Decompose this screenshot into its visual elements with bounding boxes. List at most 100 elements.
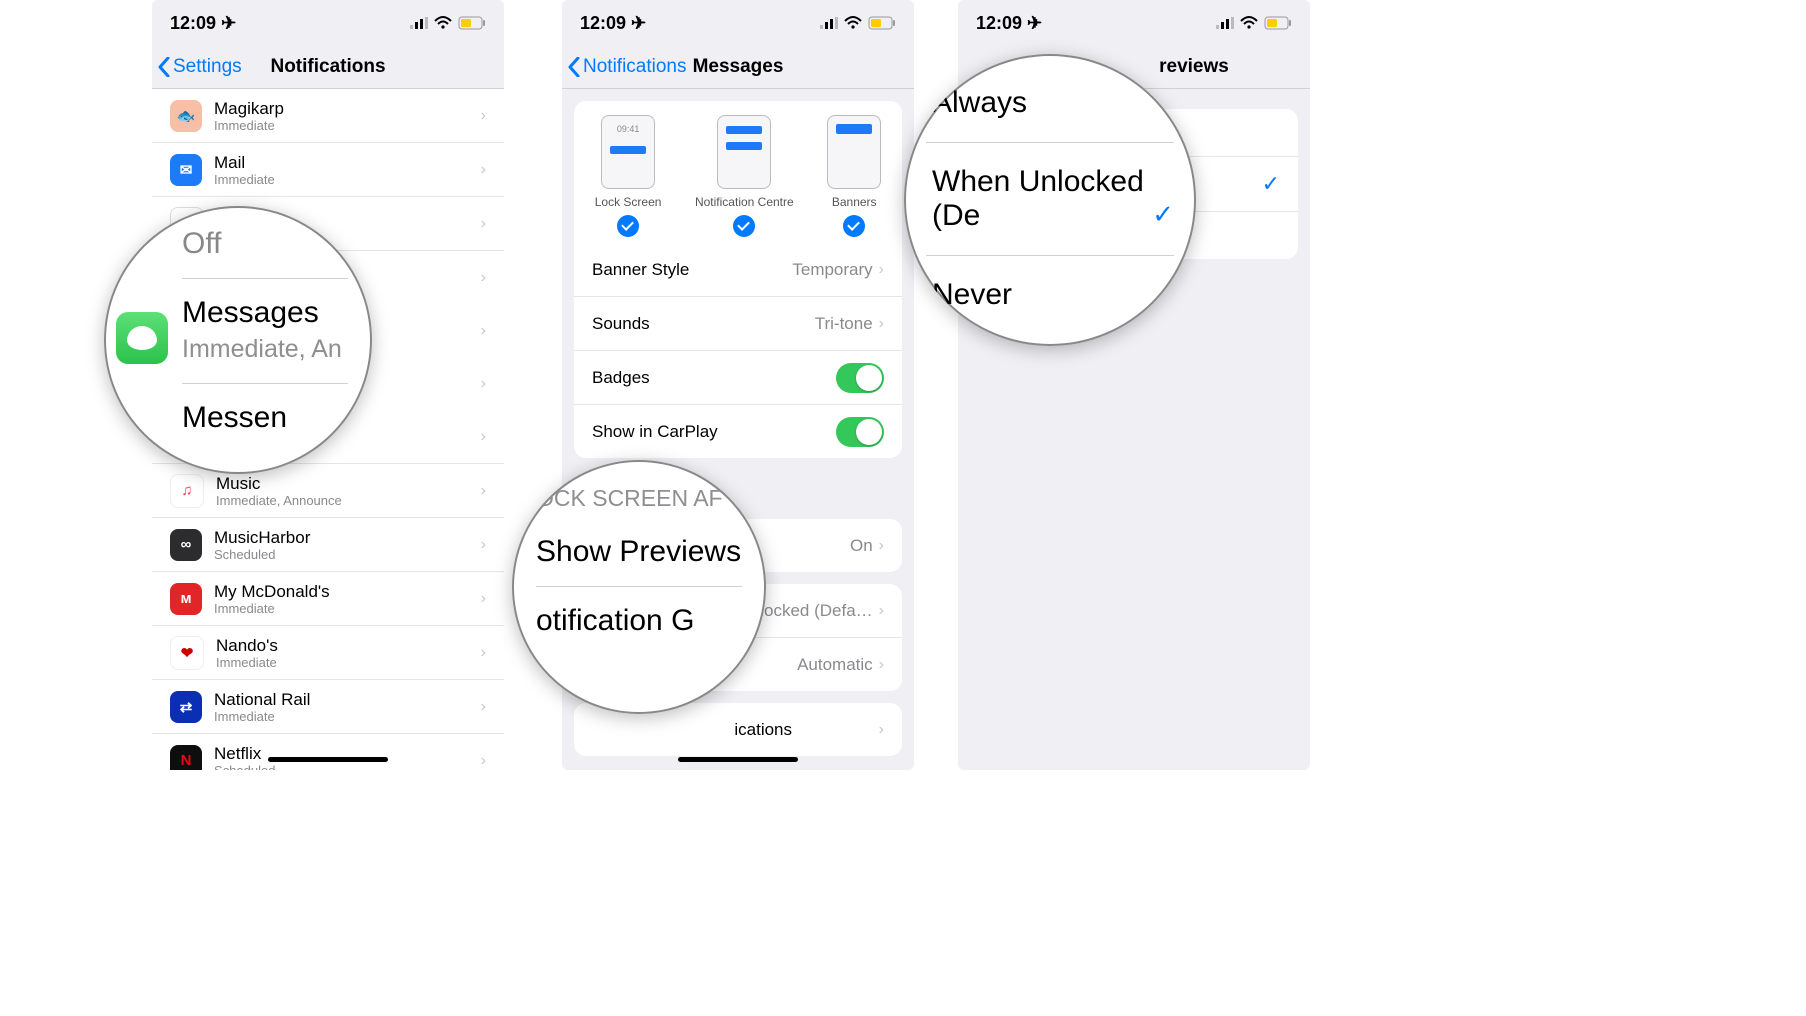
alert-label: Notification Centre <box>695 195 794 209</box>
chevron-right-icon: › <box>879 721 884 739</box>
lens-show-previews-label: Show Previews <box>536 534 742 570</box>
checkmark-icon[interactable] <box>617 215 639 237</box>
chevron-right-icon: › <box>879 261 884 279</box>
app-sub: Immediate <box>214 601 481 616</box>
chevron-right-icon: › <box>481 644 486 662</box>
app-name: MusicHarbor <box>214 528 481 547</box>
row-carplay[interactable]: Show in CarPlay <box>574 405 902 458</box>
alerts-card: Lock Screen Notification Centre Banners … <box>574 101 902 458</box>
status-time: 12:09 <box>170 13 216 33</box>
chevron-right-icon: › <box>481 428 486 446</box>
nav-bar: Settings Notifications <box>152 46 504 89</box>
status-indicators <box>1216 16 1292 30</box>
app-icon: ∞ <box>170 529 202 561</box>
chevron-right-icon: › <box>879 656 884 674</box>
row-sounds[interactable]: Sounds Tri-tone › <box>574 297 902 351</box>
list-item[interactable]: ♫ MusicImmediate, Announce › <box>152 464 504 518</box>
lens-app-sub: Immediate, An <box>182 331 348 367</box>
checkmark-icon[interactable] <box>733 215 755 237</box>
chevron-right-icon: › <box>481 590 486 608</box>
checkmark-icon: ✓ <box>1262 171 1280 197</box>
list-item[interactable]: ⇄ National RailImmediate › <box>152 680 504 734</box>
app-icon: 🐟 <box>170 100 202 132</box>
cellular-icon <box>1216 17 1234 29</box>
row-value: On <box>850 536 873 556</box>
alert-banners[interactable]: Banners <box>827 115 881 237</box>
app-name: Magikarp <box>214 99 481 118</box>
battery-icon <box>458 16 486 30</box>
chevron-right-icon: › <box>481 698 486 716</box>
checkmark-icon[interactable] <box>843 215 865 237</box>
back-button[interactable]: Notifications <box>562 56 687 78</box>
chevron-right-icon: › <box>481 215 486 233</box>
chevron-left-icon <box>568 57 580 77</box>
app-icon: ᴍ <box>170 583 202 615</box>
chevron-right-icon: › <box>481 107 486 125</box>
app-icon: ♫ <box>170 474 204 508</box>
battery-icon <box>868 16 896 30</box>
status-bar: 12:09 ✈︎ <box>958 0 1310 46</box>
lockscreen-preview-icon <box>601 115 655 189</box>
app-sub: Immediate <box>214 172 481 187</box>
list-item[interactable]: ᴍ My McDonald'sImmediate › <box>152 572 504 626</box>
app-sub: Immediate <box>214 118 481 133</box>
list-item[interactable]: ❤ Nando'sImmediate › <box>152 626 504 680</box>
row-badges[interactable]: Badges <box>574 351 902 405</box>
app-icon: ❤ <box>170 636 204 670</box>
status-time: 12:09 <box>580 13 626 33</box>
row-value: nlocked (Defa… <box>751 601 873 621</box>
list-item[interactable]: ∞ MusicHarborScheduled › <box>152 518 504 572</box>
lens-next-row: otification G <box>536 603 742 639</box>
magnifier-messages-row: Off Messages Immediate, An Messen <box>104 206 372 474</box>
row-value: Tri-tone <box>815 314 873 334</box>
list-item[interactable]: 🐟 MagikarpImmediate › <box>152 89 504 143</box>
location-arrow-icon: ✈︎ <box>221 13 236 33</box>
app-name: Mail <box>214 153 481 172</box>
nav-bar: Notifications Messages <box>562 46 914 89</box>
wifi-icon <box>844 16 862 30</box>
chevron-right-icon: › <box>481 269 486 287</box>
app-name: National Rail <box>214 690 481 709</box>
messages-app-icon <box>116 312 168 364</box>
status-bar: 12:09 ✈︎ <box>152 0 504 46</box>
app-sub: Immediate <box>214 709 481 724</box>
chevron-right-icon: › <box>481 375 486 393</box>
row-label: Banner Style <box>592 260 689 279</box>
chevron-right-icon: › <box>481 536 486 554</box>
status-time: 12:09 <box>976 13 1022 33</box>
chevron-right-icon: › <box>481 752 486 770</box>
chevron-right-icon: › <box>879 537 884 555</box>
home-indicator[interactable] <box>268 757 388 762</box>
alert-notification-centre[interactable]: Notification Centre <box>695 115 794 237</box>
row-banner-style[interactable]: Banner Style Temporary › <box>574 243 902 297</box>
row-label: Sounds <box>592 314 650 333</box>
chevron-right-icon: › <box>481 322 486 340</box>
app-name: Nando's <box>216 636 481 655</box>
back-label: Settings <box>173 56 242 78</box>
alert-label: Banners <box>832 195 877 209</box>
list-item[interactable]: ✉︎ MailImmediate › <box>152 143 504 197</box>
toggle-on-icon[interactable] <box>836 417 884 447</box>
magnifier-preview-options: Always When Unlocked (De Never <box>904 54 1196 346</box>
lens-next-app: Messen <box>182 400 348 436</box>
app-sub: Immediate <box>216 655 481 670</box>
app-sub: Scheduled <box>214 763 481 771</box>
list-item[interactable]: N NetflixScheduled › <box>152 734 504 770</box>
alert-label: Lock Screen <box>595 195 662 209</box>
chevron-right-icon: › <box>879 602 884 620</box>
home-indicator[interactable] <box>678 757 798 762</box>
app-name: Music <box>216 474 481 493</box>
toggle-on-icon[interactable] <box>836 363 884 393</box>
app-icon: ✉︎ <box>170 154 202 186</box>
status-indicators <box>820 16 896 30</box>
cellular-icon <box>410 17 428 29</box>
magnifier-show-previews: OCK SCREEN AF Show Previews otification … <box>512 460 766 714</box>
cellular-icon <box>820 17 838 29</box>
back-label: Notifications <box>583 56 687 78</box>
alert-lockscreen[interactable]: Lock Screen <box>595 115 662 237</box>
app-sub: Immediate, Announce <box>216 493 481 508</box>
chevron-right-icon: › <box>481 161 486 179</box>
battery-icon <box>1264 16 1292 30</box>
back-button[interactable]: Settings <box>152 56 242 78</box>
lens-section-header: OCK SCREEN AF <box>536 480 742 516</box>
